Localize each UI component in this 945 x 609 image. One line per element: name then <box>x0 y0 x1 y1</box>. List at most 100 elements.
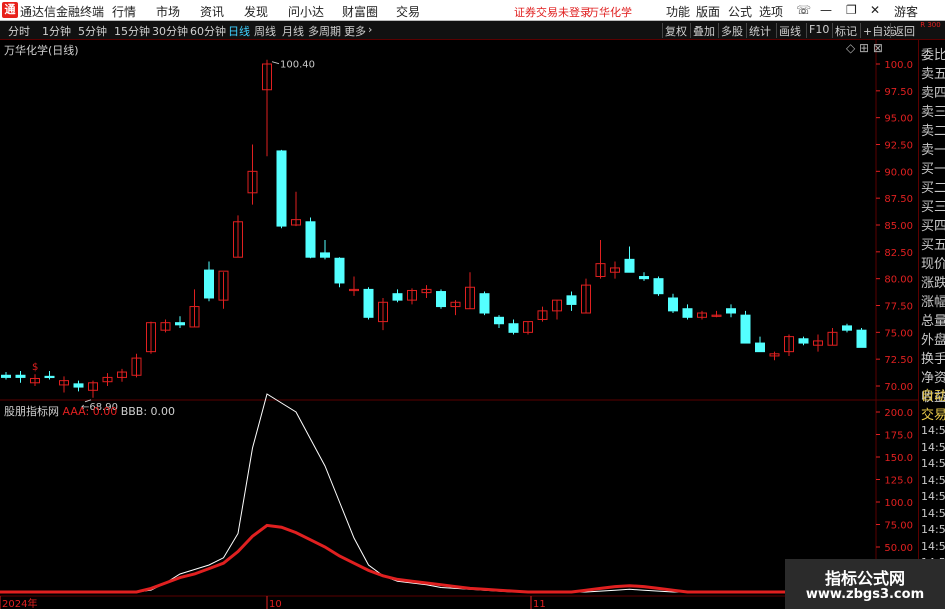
candle-down-body <box>204 269 214 299</box>
candle <box>566 291 577 311</box>
chevron-right-icon[interactable]: › <box>368 23 372 36</box>
period-toolbar: 分时 1分钟 5分钟 15分钟 30分钟 60分钟 日线 周线 月线 多周期 更… <box>0 21 945 40</box>
back-button[interactable]: 返回 <box>890 23 917 38</box>
quote-field-label: 14:56 <box>921 490 945 503</box>
quote-field-label: 换手 <box>921 352 945 367</box>
menu-options[interactable]: 选项 <box>759 3 783 20</box>
candle-down-body <box>1 374 11 378</box>
close-icon[interactable]: ✕ <box>870 3 880 17</box>
watermark-title: 指标公式网 <box>824 569 905 588</box>
quote-panel: 委比 卖五 卖四 卖三 卖二 卖一 买一 买二 买三 买四 买五 现价 涨跌 涨幅 总量 外盘 换手 净资 收益 自动… <box>918 40 945 609</box>
draw-line-button[interactable]: 画线 <box>776 23 803 38</box>
period-monthly[interactable]: 月线 <box>282 23 304 39</box>
candle <box>668 293 678 314</box>
trade-toggle[interactable]: 交易 <box>921 404 945 423</box>
period-15min[interactable]: 15分钟 <box>114 23 150 39</box>
quote-field-label: 14:56 <box>921 457 945 470</box>
candle <box>842 323 852 333</box>
period-daily[interactable]: 日线 <box>228 23 250 39</box>
guest-user[interactable]: 游客 <box>894 3 918 20</box>
candle-down-body <box>363 288 374 318</box>
candle <box>305 217 316 259</box>
menu-quotes[interactable]: 行情 <box>112 3 136 20</box>
menu-layout[interactable]: 版面 <box>696 3 720 20</box>
candle-down-body <box>15 374 26 378</box>
menu-market[interactable]: 市场 <box>156 3 180 20</box>
menu-wealth[interactable]: 财富圈 <box>342 3 378 20</box>
minimize-icon[interactable]: — <box>820 3 832 17</box>
period-intraday[interactable]: 分时 <box>8 23 30 39</box>
quote-field-label: 买一 <box>921 162 945 177</box>
candle-down-body <box>566 295 577 305</box>
candle <box>407 288 417 305</box>
menu-functions[interactable]: 功能 <box>666 3 690 20</box>
period-more[interactable]: 更多 <box>344 23 366 39</box>
candle <box>320 240 330 260</box>
candle-down-body <box>392 293 403 301</box>
candle-down-body <box>639 276 649 280</box>
multi-stock-button[interactable]: 多股 <box>718 23 745 38</box>
candlestick-series <box>1 59 867 398</box>
candle-down-body <box>276 150 287 227</box>
f10-button[interactable]: F10 <box>806 23 831 38</box>
high-pointer <box>271 61 280 65</box>
y-tick-label: 85.00 <box>884 221 913 232</box>
period-multi[interactable]: 多周期 <box>308 23 341 39</box>
login-status[interactable]: 证券交易未登录 <box>514 4 591 20</box>
candle-down-body <box>44 375 55 379</box>
candle <box>726 304 736 318</box>
candle <box>711 310 722 318</box>
y-tick-label: 80.00 <box>884 275 913 286</box>
y-tick-label: 75.00 <box>884 328 913 339</box>
indicator-tick-label: 200.0 <box>884 408 913 419</box>
y-tick-label: 77.50 <box>884 302 913 313</box>
stats-button[interactable]: 统计 <box>746 23 773 38</box>
menu-discover[interactable]: 发现 <box>244 3 268 20</box>
indicator-name[interactable]: 股朋指标网 <box>4 405 59 418</box>
period-60min[interactable]: 60分钟 <box>190 23 226 39</box>
menu-news[interactable]: 资讯 <box>200 3 224 20</box>
candle <box>682 304 693 320</box>
y-tick-label: 70.00 <box>884 382 913 393</box>
menu-formula[interactable]: 公式 <box>728 3 752 20</box>
quote-field-label: 14:56 <box>921 539 945 553</box>
candle <box>537 306 548 322</box>
chart-canvas[interactable]: 100.0 97.50 95.00 92.50 90.00 87.50 85.00 82.50… <box>0 40 918 609</box>
candle-down-body <box>682 308 693 318</box>
indicator-y-axis: 200.0 175.0 150.0 125.0 100.0 75.00 50.00 <box>876 408 913 554</box>
candle-down-body <box>726 308 736 314</box>
candle-down-body <box>73 383 84 388</box>
adjust-price-button[interactable]: 复权 <box>662 23 689 38</box>
period-1min[interactable]: 1分钟 <box>42 23 71 39</box>
mark-button[interactable]: 标记 <box>832 23 859 38</box>
auto-toggle[interactable]: 自动 <box>921 385 945 404</box>
candle-down-body <box>494 316 504 325</box>
y-tick-label: 97.50 <box>884 87 913 98</box>
quote-field-label: 14:56 <box>921 473 945 487</box>
restore-icon[interactable]: ❐ <box>846 3 857 17</box>
menu-bar: 通 通达信金融终端 行情 市场 资讯 发现 问小达 财富圈 交易 证券交易未登录… <box>0 0 945 21</box>
watermark-url: www.zbgs3.com <box>805 587 925 602</box>
y-tick-label: 95.00 <box>884 114 913 125</box>
menu-assistant[interactable]: 问小达 <box>288 3 324 20</box>
indicator-series <box>0 393 876 594</box>
candle <box>204 261 214 302</box>
support-icon[interactable]: ☏ <box>796 3 811 17</box>
period-30min[interactable]: 30分钟 <box>152 23 188 39</box>
period-5min[interactable]: 5分钟 <box>78 23 107 39</box>
chart-window-controls[interactable]: ◇ ⊞ ⊠ <box>846 41 883 55</box>
corner-indicator: R 300 <box>920 21 941 29</box>
quote-field-label: 总量 <box>921 314 945 329</box>
quote-field-label: 14:56 <box>921 440 945 454</box>
quote-field-label: 卖四 <box>921 86 945 101</box>
candle <box>59 376 69 393</box>
y-tick-label: 92.50 <box>884 141 913 152</box>
overlay-button[interactable]: 叠加 <box>690 23 717 38</box>
menu-trade[interactable]: 交易 <box>396 3 420 20</box>
candle <box>552 299 562 320</box>
y-tick-label: 87.50 <box>884 194 913 205</box>
candle <box>784 334 794 356</box>
y-tick-label: 90.00 <box>884 167 913 178</box>
period-weekly[interactable]: 周线 <box>254 23 276 39</box>
indicator-line-aaa <box>0 393 876 593</box>
